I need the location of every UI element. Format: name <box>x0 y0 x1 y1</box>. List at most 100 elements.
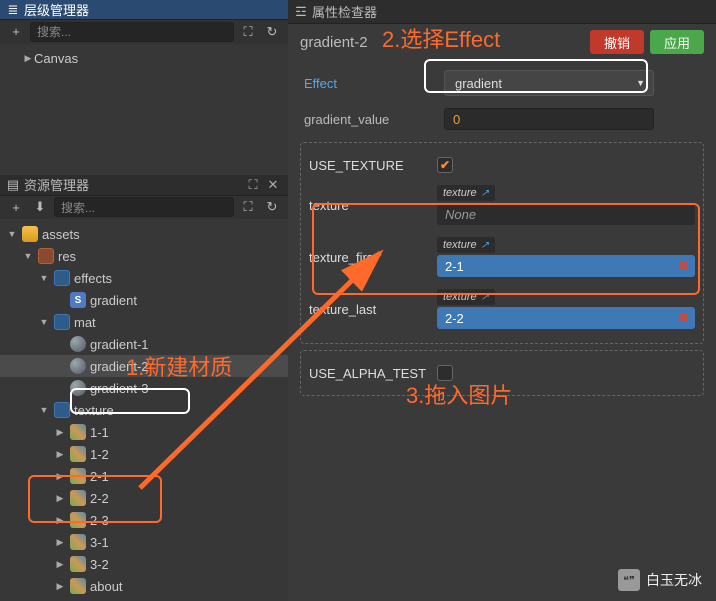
assets-search[interactable]: 搜索... <box>54 197 234 217</box>
assets-icon: ▤ <box>6 178 20 192</box>
tree-label: 3-1 <box>90 535 109 550</box>
image-icon <box>70 424 86 440</box>
tree-item-assets[interactable]: ▼assets <box>0 223 288 245</box>
tree-item-1-2[interactable]: ▶1-2 <box>0 443 288 465</box>
tree-item-gradient-1[interactable]: gradient-1 <box>0 333 288 355</box>
texture-type-tag: texture↗ <box>437 237 495 253</box>
tree-item-2-2[interactable]: ▶2-2 <box>0 487 288 509</box>
left-column: ≣ 层级管理器 + 搜索... ⛶ ↻ ▶ Canvas ▤ 资源管理器 ⛶ ✕… <box>0 0 288 601</box>
apply-button[interactable]: 应用 <box>650 30 704 54</box>
assets-tree: ▼assets ▼res ▼effects Sgradient ▼mat gra… <box>0 219 288 601</box>
image-icon <box>70 512 86 528</box>
inspector-title-row: gradient-2 撤销 应用 <box>296 24 708 64</box>
tree-item-effects[interactable]: ▼effects <box>0 267 288 289</box>
hierarchy-item-canvas[interactable]: ▶ Canvas <box>0 48 288 70</box>
tree-item-2-1[interactable]: ▶2-1 <box>0 465 288 487</box>
inspector-header: ☲ 属性检查器 <box>288 0 716 24</box>
inspector-icon: ☲ <box>294 5 308 19</box>
tree-label: effects <box>74 271 112 286</box>
tree-item-res[interactable]: ▼res <box>0 245 288 267</box>
tree-label: about <box>90 579 123 594</box>
refresh-icon[interactable]: ↻ <box>262 197 282 217</box>
tree-label: 1-2 <box>90 447 109 462</box>
collapse-icon[interactable]: ⛶ <box>238 197 258 217</box>
watermark-text: 白玉无冰 <box>646 570 702 590</box>
tree-label: 1-1 <box>90 425 109 440</box>
folder-icon <box>54 402 70 418</box>
expand-icon[interactable]: ⛶ <box>244 176 262 194</box>
download-icon[interactable]: ⬇ <box>30 197 50 217</box>
folder-icon <box>54 314 70 330</box>
chevron-right-icon: ▶ <box>22 53 34 64</box>
image-icon <box>70 446 86 462</box>
texture-prop-label: texture <box>309 198 437 213</box>
texture-first-label: texture_first <box>309 250 437 265</box>
effect-label: Effect <box>304 76 434 91</box>
tree-label: mat <box>74 315 96 330</box>
texture-last-label: texture_last <box>309 302 437 317</box>
tree-label: 2-1 <box>90 469 109 484</box>
texture-slot[interactable]: None <box>437 203 695 225</box>
add-button[interactable]: + <box>6 22 26 42</box>
tree-label: gradient-2 <box>90 359 149 374</box>
material-icon <box>70 380 86 396</box>
effect-dropdown[interactable]: gradient ▼ <box>444 70 654 96</box>
tree-item-about[interactable]: ▶about <box>0 575 288 597</box>
tree-item-texture[interactable]: ▼texture <box>0 399 288 421</box>
database-icon <box>22 226 38 242</box>
chevron-down-icon: ▼ <box>636 78 645 88</box>
refresh-icon[interactable]: ↻ <box>262 22 282 42</box>
use-texture-group: USE_TEXTURE ✔ texture texture↗ None text… <box>300 142 704 344</box>
image-icon <box>70 490 86 506</box>
gradient-value-input[interactable]: 0 <box>444 108 654 130</box>
image-icon <box>70 534 86 550</box>
image-icon <box>70 578 86 594</box>
use-texture-label: USE_TEXTURE <box>309 158 437 173</box>
texture-type-tag: texture↗ <box>437 289 495 305</box>
tree-item-gradient-shader[interactable]: Sgradient <box>0 289 288 311</box>
material-name: gradient-2 <box>300 34 368 51</box>
use-alpha-test-label: USE_ALPHA_TEST <box>309 366 437 381</box>
texture-last-slot[interactable]: 2-2✖ <box>437 307 695 329</box>
use-alpha-test-checkbox[interactable] <box>437 365 453 381</box>
gradient-value-label: gradient_value <box>304 112 434 127</box>
tree-label: gradient-1 <box>90 337 149 352</box>
wechat-icon: ❝❞ <box>618 569 640 591</box>
clear-icon[interactable]: ✖ <box>678 258 689 274</box>
close-icon[interactable]: ✕ <box>264 176 282 194</box>
hierarchy-panel-header: ≣ 层级管理器 <box>0 0 288 20</box>
tree-item-1-1[interactable]: ▶1-1 <box>0 421 288 443</box>
tree-item-gradient-3[interactable]: gradient-3 <box>0 377 288 399</box>
tree-label: res <box>58 249 76 264</box>
gradient-value-row: gradient_value 0 <box>296 102 708 136</box>
hierarchy-item-label: Canvas <box>34 51 78 66</box>
shader-icon: S <box>70 292 86 308</box>
texture-type-tag: texture↗ <box>437 185 495 201</box>
hierarchy-icon: ≣ <box>6 3 20 17</box>
tree-label: 2-3 <box>90 513 109 528</box>
link-icon: ↗ <box>481 240 489 251</box>
assets-panel-header: ▤ 资源管理器 ⛶ ✕ <box>0 175 288 195</box>
tree-label: assets <box>42 227 80 242</box>
tree-item-3-2[interactable]: ▶3-2 <box>0 553 288 575</box>
tree-label: 3-2 <box>90 557 109 572</box>
hierarchy-toolbar: + 搜索... ⛶ ↻ <box>0 20 288 43</box>
collapse-icon[interactable]: ⛶ <box>238 22 258 42</box>
tree-label: gradient <box>90 293 137 308</box>
assets-toolbar: + ⬇ 搜索... ⛶ ↻ <box>0 196 288 219</box>
tree-item-mat[interactable]: ▼mat <box>0 311 288 333</box>
texture-first-slot[interactable]: 2-1✖ <box>437 255 695 277</box>
undo-button[interactable]: 撤销 <box>590 30 644 54</box>
hierarchy-search[interactable]: 搜索... <box>30 22 234 42</box>
tree-item-gradient-2[interactable]: gradient-2 <box>0 355 288 377</box>
tree-item-3-1[interactable]: ▶3-1 <box>0 531 288 553</box>
inspector-panel-title: 属性检查器 <box>312 2 377 21</box>
tree-item-2-3[interactable]: ▶2-3 <box>0 509 288 531</box>
add-asset-button[interactable]: + <box>6 197 26 217</box>
use-alpha-test-group: USE_ALPHA_TEST <box>300 350 704 396</box>
use-texture-checkbox[interactable]: ✔ <box>437 157 453 173</box>
link-icon: ↗ <box>481 292 489 303</box>
material-icon <box>70 336 86 352</box>
clear-icon[interactable]: ✖ <box>678 310 689 326</box>
watermark: ❝❞ 白玉无冰 <box>618 569 702 591</box>
